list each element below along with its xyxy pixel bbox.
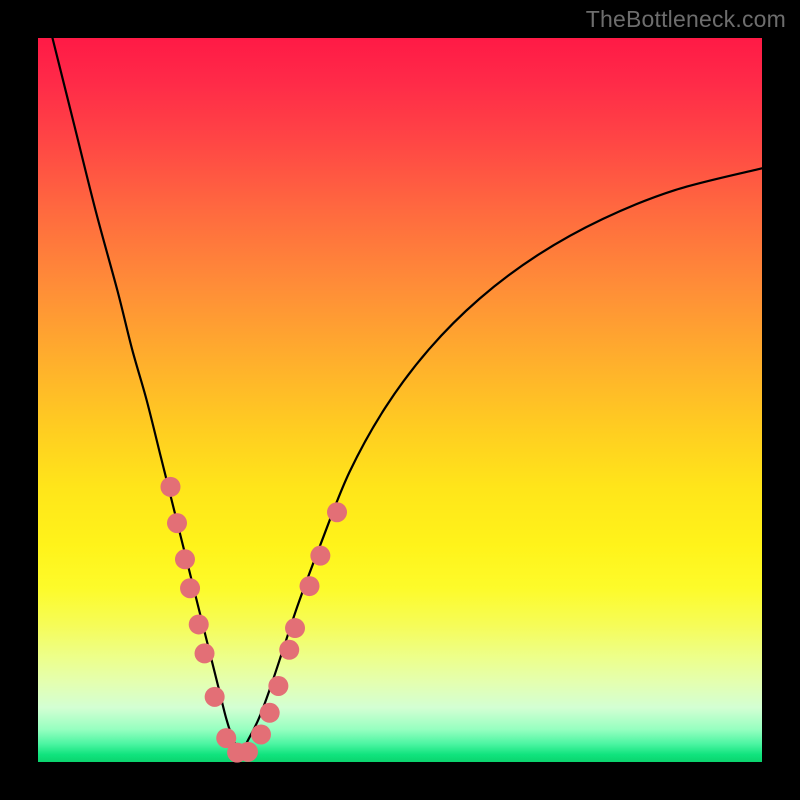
highlight-dot bbox=[268, 676, 288, 696]
highlight-dot bbox=[238, 742, 258, 762]
highlight-dot bbox=[285, 618, 305, 638]
highlight-dots bbox=[160, 477, 347, 763]
highlight-dot bbox=[205, 687, 225, 707]
highlight-dot bbox=[260, 703, 280, 723]
highlight-dot bbox=[279, 640, 299, 660]
highlight-dot bbox=[189, 614, 209, 634]
plot-area bbox=[38, 38, 762, 762]
chart-svg bbox=[38, 38, 762, 762]
highlight-dot bbox=[300, 576, 320, 596]
highlight-dot bbox=[310, 546, 330, 566]
bottleneck-curve bbox=[52, 38, 762, 753]
watermark-text: TheBottleneck.com bbox=[586, 6, 786, 33]
highlight-dot bbox=[175, 549, 195, 569]
highlight-dot bbox=[167, 513, 187, 533]
chart-frame: TheBottleneck.com bbox=[0, 0, 800, 800]
highlight-dot bbox=[195, 643, 215, 663]
highlight-dot bbox=[180, 578, 200, 598]
highlight-dot bbox=[327, 502, 347, 522]
highlight-dot bbox=[251, 724, 271, 744]
highlight-dot bbox=[160, 477, 180, 497]
